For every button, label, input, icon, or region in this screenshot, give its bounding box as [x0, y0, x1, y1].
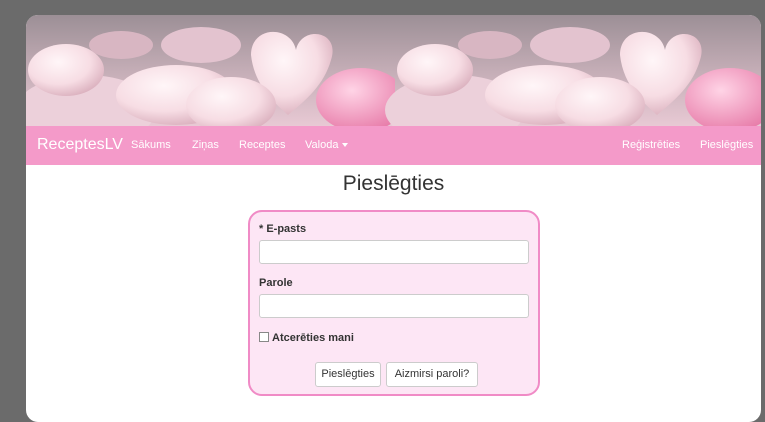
- nav-item-language-dropdown[interactable]: Valoda: [305, 139, 349, 151]
- header-banner-image: [26, 15, 761, 126]
- nav-item-news[interactable]: Ziņas: [192, 139, 219, 151]
- caret-down-icon: [342, 143, 349, 148]
- nav-item-language-label: Valoda: [305, 139, 339, 151]
- email-label: * E-pasts: [259, 223, 307, 235]
- nav-item-register[interactable]: Reģistrēties: [622, 139, 680, 151]
- email-field[interactable]: [259, 240, 529, 264]
- nav-item-recipes[interactable]: Receptes: [239, 139, 285, 151]
- nav-item-home[interactable]: Sākums: [131, 139, 171, 151]
- password-field[interactable]: [259, 294, 529, 318]
- login-form: * E-pasts Parole Atcerēties mani Pieslēg…: [248, 210, 540, 396]
- nav-item-login[interactable]: Pieslēgties: [700, 139, 753, 151]
- password-label: Parole: [259, 277, 293, 289]
- browser-page: ReceptesLV Sākums Ziņas Receptes Valoda …: [26, 15, 761, 422]
- navbar: ReceptesLV Sākums Ziņas Receptes Valoda …: [26, 126, 761, 165]
- page-title: Pieslēgties: [342, 172, 445, 195]
- brand-link[interactable]: ReceptesLV: [37, 136, 123, 154]
- remember-me-checkbox[interactable]: [259, 332, 269, 343]
- login-button[interactable]: Pieslēgties: [315, 362, 381, 387]
- forgot-password-button[interactable]: Aizmirsi paroli?: [386, 362, 478, 387]
- remember-me-row: Atcerēties mani: [259, 332, 354, 344]
- remember-me-label[interactable]: Atcerēties mani: [272, 332, 354, 344]
